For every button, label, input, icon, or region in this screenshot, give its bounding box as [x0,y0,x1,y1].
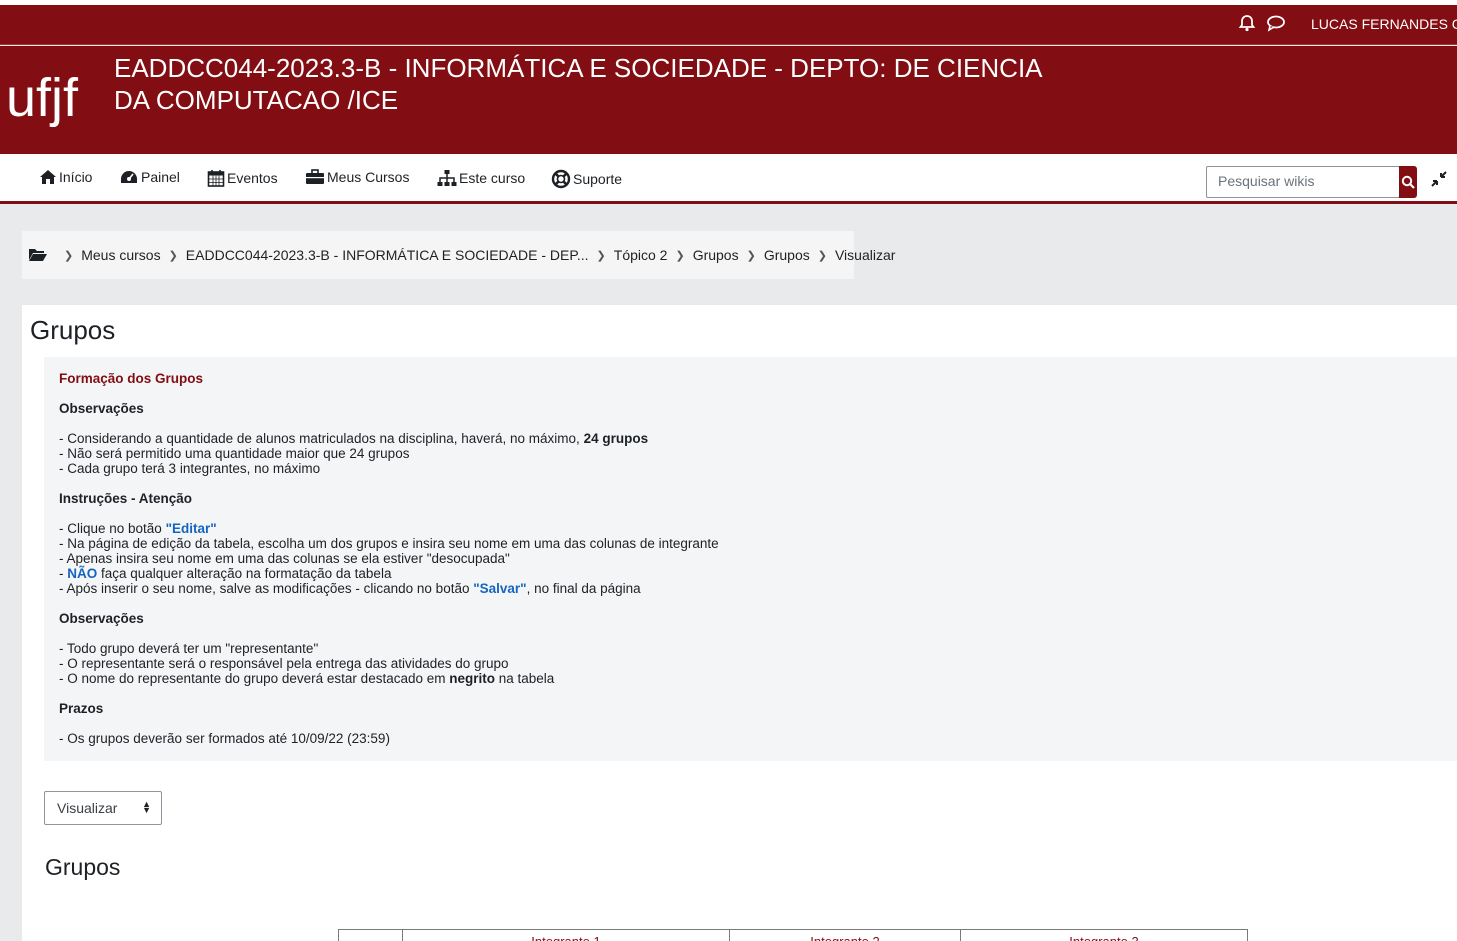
instr-line-1: - Clique no botão "Editar" [59,521,217,536]
ufjf-logo: ufjf [6,64,102,146]
obs1-line-1: - Considerando a quantidade de alunos ma… [59,431,649,446]
table-header-cell [338,929,403,941]
lifering-icon [551,169,571,189]
page-title: Grupos [30,315,116,345]
select-arrows-icon: ▲ ▼ [142,799,151,815]
sitemap-icon [437,170,457,186]
obs2-line-2: - O representante será o responsável pel… [59,656,509,671]
course-title: EADDCC044-2023.3-B - INFORMÁTICA E SOCIE… [114,53,1042,115]
nav-suporte[interactable]: Suporte [551,169,622,189]
prazos-title: Prazos [59,701,104,716]
nav-label: Início [59,169,93,185]
table-header-cell: Integrante 3 [960,929,1248,941]
select-value: Visualizar [57,800,118,816]
breadcrumb-topico[interactable]: Tópico 2 [614,247,668,263]
obs1-line-3: - Cada grupo terá 3 integrantes, no máxi… [59,461,321,476]
instr-list: - Clique no botão "Editar" - Na página d… [59,521,1442,596]
top-bar: LUCAS FERNANDES CA [0,5,1457,45]
nav-painel[interactable]: Painel [119,169,180,185]
search-icon [1401,175,1415,189]
folder-open-icon[interactable] [28,246,48,265]
nav-inicio[interactable]: Início [39,169,92,185]
groups-table: Integrante 1 Integrante 2 Integrante 3 [338,929,1248,941]
instr-title: Instruções - Atenção [59,491,193,506]
obs1-line-2: - Não será permitido uma quantidade maio… [59,446,410,461]
user-menu[interactable]: LUCAS FERNANDES CA [1311,16,1457,32]
breadcrumb: ❯ Meus cursos ❯ EADDCC044-2023.3-B - INF… [22,231,895,279]
instr-line-3: - Apenas insira seu nome em uma das colu… [59,551,510,566]
dashboard-icon [121,171,137,183]
nav-label: Eventos [227,170,278,186]
collapse-icon[interactable] [1430,170,1448,193]
chevron-right-icon: ❯ [64,249,74,262]
calendar-icon [207,170,225,187]
topbar-icons [1238,14,1286,37]
nav-label: Suporte [573,171,623,187]
chevron-right-icon: ❯ [675,249,685,262]
intro-heading: Formação dos Grupos [59,371,204,386]
table-header-cell: Integrante 2 [729,929,961,941]
chat-icon[interactable] [1266,14,1286,37]
obs2-title: Observações [59,611,144,626]
nav-meus-cursos[interactable]: Meus Cursos [305,169,409,185]
nav-label: Painel [141,169,180,185]
obs2-list: - Todo grupo deverá ter um "representant… [59,641,1442,686]
obs1-title: Observações [59,401,144,416]
nav-eventos[interactable]: Eventos [207,169,278,187]
nav-este-curso[interactable]: Este curso [437,169,525,187]
prazos-line-1: - Os grupos deverão ser formados até 10/… [59,731,390,746]
nav-label: Meus Cursos [327,169,410,185]
bell-icon[interactable] [1238,14,1256,37]
table-header-row: Integrante 1 Integrante 2 Integrante 3 [338,929,1248,941]
table-header-cell: Integrante 1 [402,929,730,941]
section-title: Grupos [45,854,121,880]
breadcrumb-grupos[interactable]: Grupos [693,247,739,263]
view-mode-select[interactable]: Visualizar ▲ ▼ [44,791,162,825]
chevron-right-icon: ❯ [596,249,606,262]
briefcase-icon [306,169,324,184]
instr-line-5: - Após inserir o seu nome, salve as modi… [59,581,641,596]
obs1-list: - Considerando a quantidade de alunos ma… [59,431,1442,476]
home-icon [40,170,56,184]
search-button[interactable] [1399,166,1417,198]
main-navbar: Início Painel Eventos Meus Cursos Este c… [0,154,1457,204]
chevron-right-icon: ❯ [746,249,756,262]
obs2-line-1: - Todo grupo deverá ter um "representant… [59,641,319,656]
nav-label: Este curso [459,170,526,186]
wiki-intro-box: Formação dos Grupos Observações - Consid… [44,357,1457,761]
instr-line-4: - NÃO faça qualquer alteração na formata… [59,566,392,581]
breadcrumb-meus-cursos[interactable]: Meus cursos [81,247,160,263]
chevron-right-icon: ❯ [817,249,827,262]
instr-line-2: - Na página de edição da tabela, escolha… [59,536,719,551]
breadcrumb-course[interactable]: EADDCC044-2023.3-B - INFORMÁTICA E SOCIE… [186,247,589,263]
obs2-line-3: - O nome do representante do grupo dever… [59,671,555,686]
logo-text: ufjf [6,68,79,128]
search-input[interactable]: Pesquisar wikis [1206,166,1400,198]
breadcrumb-visualizar: Visualizar [834,247,896,263]
course-header: ufjf EADDCC044-2023.3-B - INFORMÁTICA E … [0,46,1457,154]
breadcrumb-grupos-wiki[interactable]: Grupos [764,247,810,263]
chevron-right-icon: ❯ [168,249,178,262]
main-content: Grupos Formação dos Grupos Observações -… [22,305,1457,941]
